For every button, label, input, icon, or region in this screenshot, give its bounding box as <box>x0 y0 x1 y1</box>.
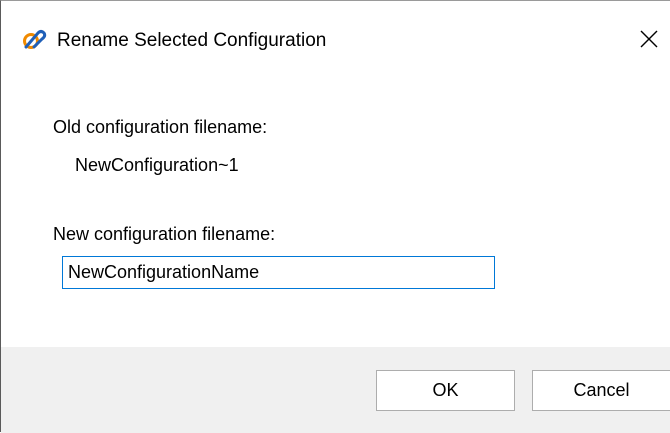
new-filename-input[interactable] <box>62 256 495 289</box>
old-filename-value: NewConfiguration~1 <box>75 155 239 175</box>
ok-button[interactable]: OK <box>376 370 515 411</box>
close-button[interactable] <box>629 23 669 59</box>
close-icon <box>640 30 658 53</box>
title-bar[interactable]: Rename Selected Configuration <box>1 1 670 79</box>
dialog-title: Rename Selected Configuration <box>57 30 327 51</box>
config-app-icon <box>22 29 47 51</box>
dialog-footer: OK Cancel <box>1 347 670 433</box>
old-filename-label: Old configuration filename: <box>53 117 268 137</box>
rename-configuration-dialog: Rename Selected Configuration Old config… <box>0 0 670 433</box>
new-filename-label: New configuration filename: <box>53 224 276 244</box>
dialog-content: Old configuration filename: NewConfigura… <box>1 79 670 347</box>
cancel-button[interactable]: Cancel <box>532 370 670 411</box>
